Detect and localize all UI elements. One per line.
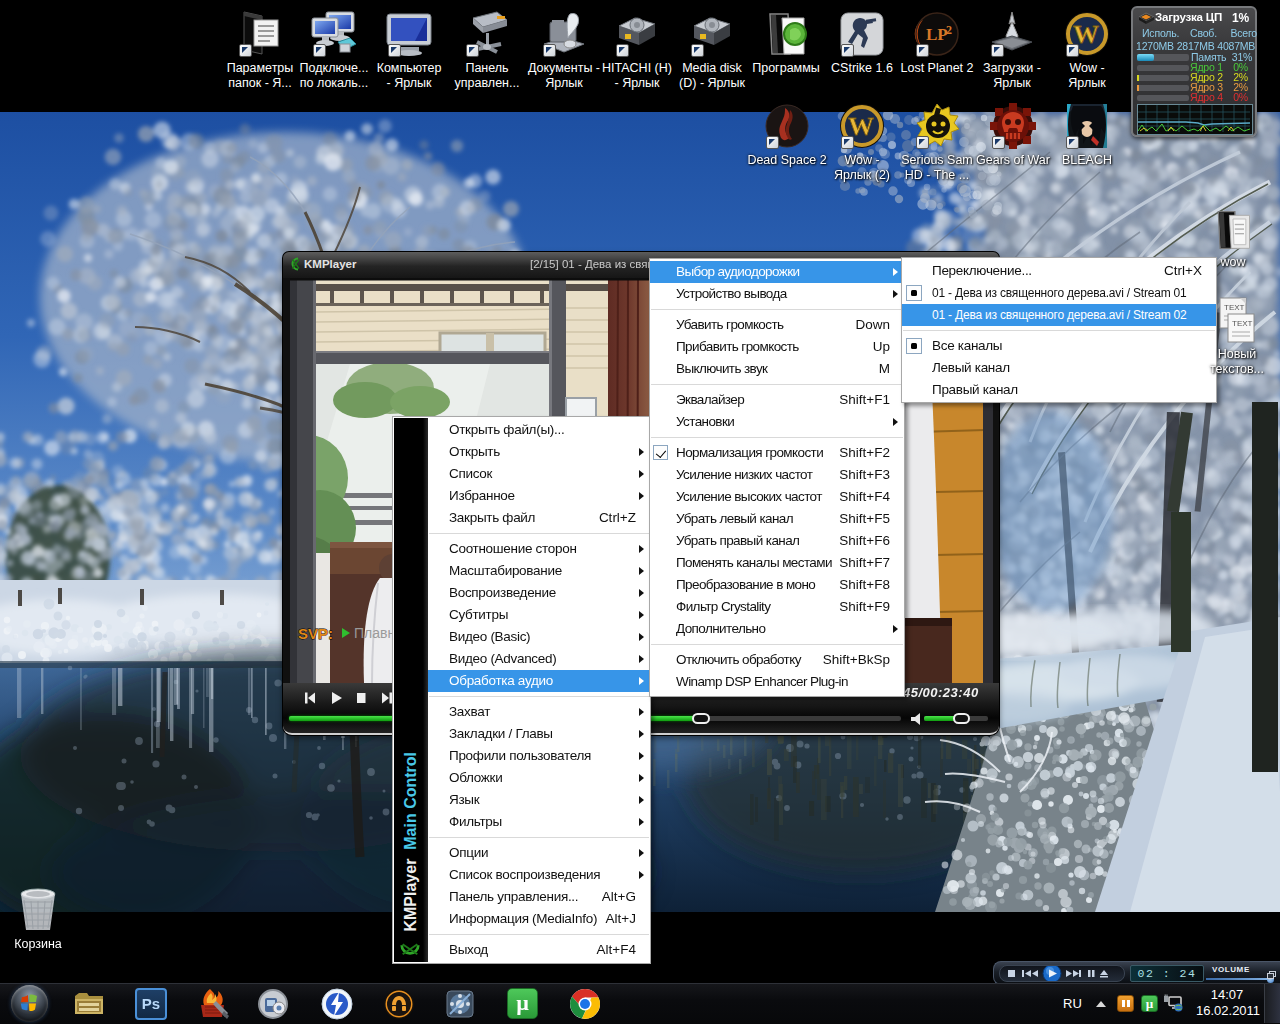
svg-text:Плавн: Плавн (354, 625, 395, 641)
svg-text:TEXT: TEXT (1232, 319, 1253, 328)
svg-text:2: 2 (946, 23, 952, 37)
svg-text:TEXT: TEXT (1224, 303, 1245, 312)
svg-text:SVP:: SVP: (298, 625, 333, 642)
svg-text:LP: LP (926, 25, 948, 44)
